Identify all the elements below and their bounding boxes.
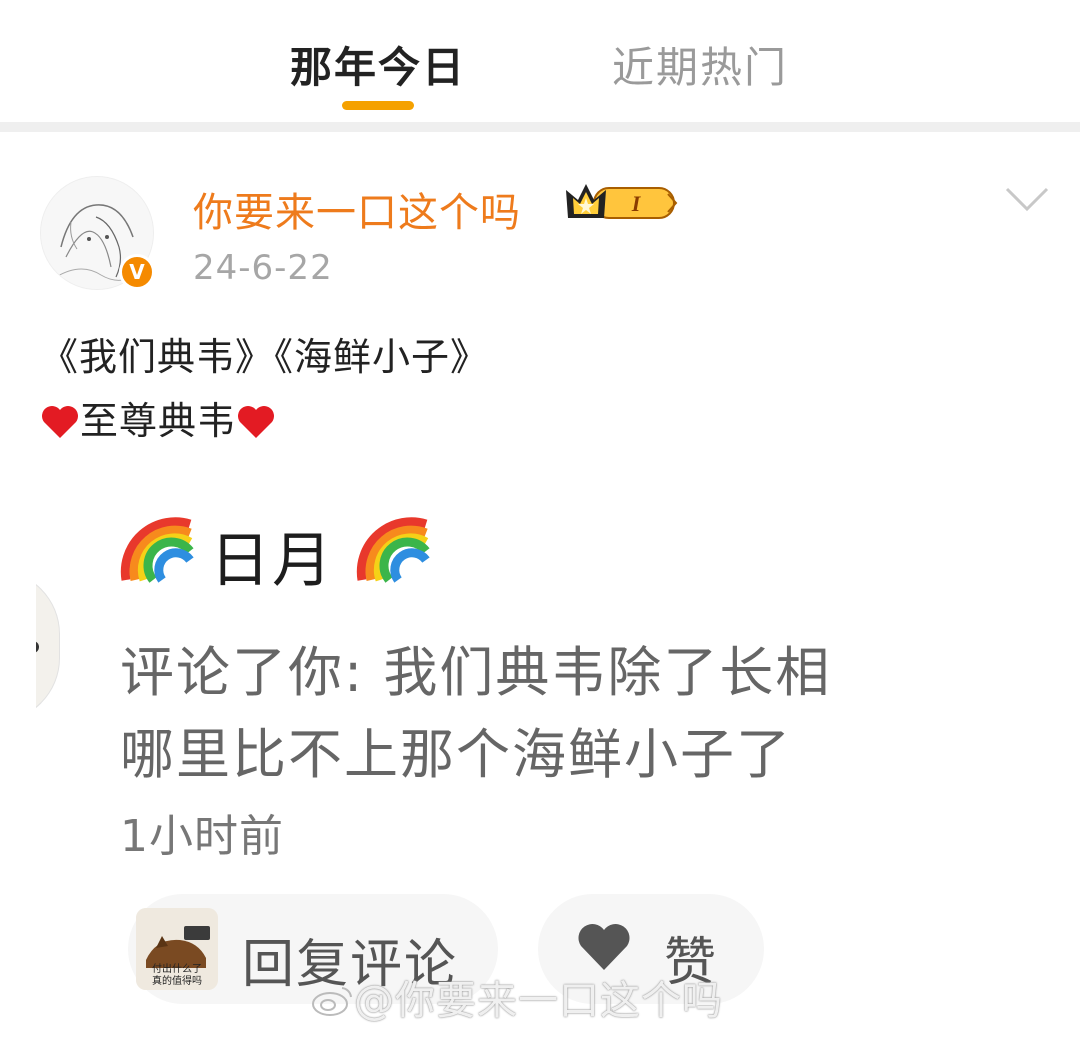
comment-text-line-2: 哪里比不上那个海鲜小子了 <box>120 723 792 786</box>
red-heart-icon <box>42 406 78 438</box>
crown-member-badge-icon: I <box>566 184 678 219</box>
comment-time: 1小时前 <box>120 811 284 862</box>
commenter-name: 日月 <box>210 526 334 596</box>
tab-recent-hot[interactable]: 近期热门 <box>612 34 788 95</box>
section-divider <box>0 122 1080 132</box>
comment-screenshot-image[interactable]: 日月 评论了你: 我们典韦除了长相 哪里比不上那个海鲜小子了 1小时前 付出什么… <box>36 470 1080 1051</box>
weibo-watermark: @你要来一口这个吗 <box>310 968 723 1026</box>
red-heart-icon <box>238 406 275 438</box>
comment-text-line-1: 评论了你: 我们典韦除了长相 <box>120 641 832 704</box>
author-name[interactable]: 你要来一口这个吗 <box>193 180 521 238</box>
reply-thumbnail-caption: 付出什么了 真的值得吗 <box>136 964 218 988</box>
weibo-logo-icon <box>312 987 352 1016</box>
rainbow-icon <box>356 517 430 583</box>
rainbow-icon <box>120 517 194 583</box>
heart-icon <box>578 923 630 970</box>
post-text-line-1: 《我们典韦》《海鲜小子》 <box>40 335 490 379</box>
active-tab-indicator <box>342 101 414 110</box>
post-text-emphasis: 至尊典韦 <box>80 399 237 443</box>
thumbnail-caption-line-2: 真的值得吗 <box>152 976 202 987</box>
post-date: 24-6-22 <box>193 248 333 288</box>
verified-badge-icon: V <box>119 254 155 290</box>
tab-memories[interactable]: 那年今日 <box>290 34 466 95</box>
top-tabs: 那年今日 近期热门 <box>0 0 1080 122</box>
member-level-label: I <box>631 191 642 216</box>
watermark-text: @你要来一口这个吗 <box>354 978 723 1024</box>
reply-thumbnail-image: 付出什么了 真的值得吗 <box>136 908 218 990</box>
post-text-line-2: 至尊典韦 <box>40 390 276 445</box>
thumbnail-caption-line-1: 付出什么了 <box>152 964 202 975</box>
commenter-avatar-partial <box>36 570 60 722</box>
chevron-down-icon[interactable] <box>1004 184 1050 214</box>
